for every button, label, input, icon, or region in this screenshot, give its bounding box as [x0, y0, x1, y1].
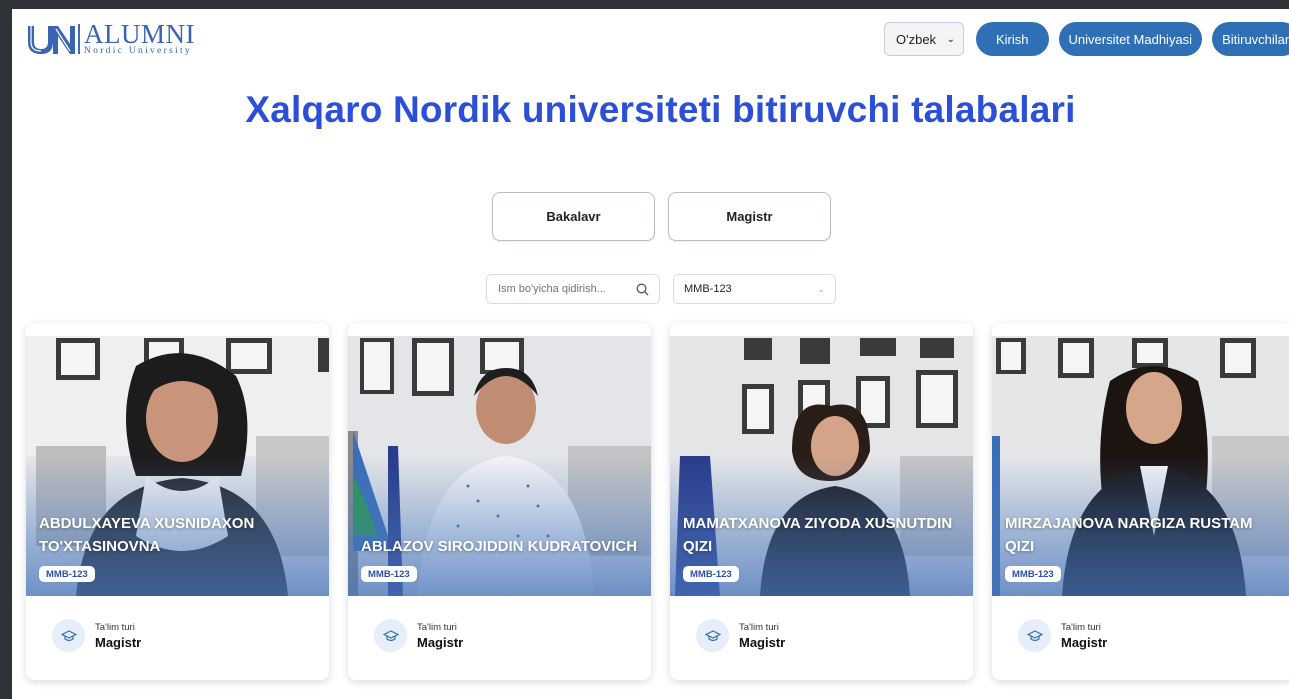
search-icon	[636, 283, 649, 295]
graduation-cap-icon	[696, 619, 729, 652]
education-info: Ta'lim turi Magistr	[52, 619, 141, 652]
group-badge: MMB-123	[39, 566, 95, 582]
alumni-name: MIRZAJANOVA NARGIZA RUSTAM QIZI	[1005, 515, 1253, 555]
alumni-card[interactable]: ABDULXAYEVA XUSNIDAXON TO'XTASINOVNA MMB…	[26, 323, 329, 680]
alumni-card[interactable]: MIRZAJANOVA NARGIZA RUSTAM QIZI MMB-123 …	[992, 323, 1289, 680]
education-info: Ta'lim turi Magistr	[696, 619, 785, 652]
group-badge: MMB-123	[361, 566, 417, 582]
info-value: Magistr	[739, 634, 786, 650]
info-label: Ta'lim turi	[95, 621, 135, 633]
alumni-photo: MAMATXANOVA ZIYODA XUSNUTDIN QIZI MMB-12…	[670, 336, 973, 596]
education-info: Ta'lim turi Magistr	[374, 619, 463, 652]
alumni-photo: ABDULXAYEVA XUSNIDAXON TO'XTASINOVNA MMB…	[26, 336, 329, 596]
graduates-button[interactable]: Bitiruvchilar	[1212, 22, 1289, 56]
info-label: Ta'lim turi	[417, 621, 457, 633]
alumni-photo: MIRZAJANOVA NARGIZA RUSTAM QIZI MMB-123	[992, 336, 1289, 596]
group-badge: MMB-123	[1005, 566, 1061, 582]
filters: Ism bo'yicha qidirish... MMB-123 ⌄	[486, 274, 836, 304]
logo-text: ALUMNI Nordic University	[84, 21, 195, 57]
education-info: Ta'lim turi Magistr	[1018, 619, 1107, 652]
info-label: Ta'lim turi	[1061, 621, 1101, 633]
tab-magistr[interactable]: Magistr	[668, 192, 831, 241]
alumni-name: ABLAZOV SIROJIDDIN KUDRATOVICH	[361, 538, 638, 555]
search-placeholder: Ism bo'yicha qidirish...	[498, 283, 606, 295]
chevron-down-icon: ⌄	[946, 33, 955, 45]
page-title: Xalqaro Nordik universiteti bitiruvchi t…	[245, 89, 1076, 129]
alumni-name: ABDULXAYEVA XUSNIDAXON TO'XTASINOVNA	[39, 515, 255, 555]
brand-logo[interactable]: ALUMNI Nordic University	[26, 21, 195, 57]
logo-main-text: ALUMNI	[84, 19, 195, 50]
alumni-card[interactable]: ABLAZOV SIROJIDDIN KUDRATOVICH MMB-123 T…	[348, 323, 651, 680]
un-logo-icon	[28, 26, 75, 54]
graduation-cap-icon	[374, 619, 407, 652]
info-value: Magistr	[417, 634, 464, 650]
alumni-card[interactable]: MAMATXANOVA ZIYODA XUSNUTDIN QIZI MMB-12…	[670, 323, 973, 680]
alumni-name: MAMATXANOVA ZIYODA XUSNUTDIN QIZI	[683, 515, 953, 555]
info-label: Ta'lim turi	[739, 621, 779, 633]
group-select[interactable]: MMB-123 ⌄	[673, 274, 836, 304]
chevron-down-icon: ⌄	[817, 283, 825, 294]
language-select[interactable]: O'zbek ⌄	[884, 22, 964, 56]
graduation-cap-icon	[1018, 619, 1051, 652]
alumni-photo: ABLAZOV SIROJIDDIN KUDRATOVICH MMB-123	[348, 336, 651, 596]
tab-bakalavr[interactable]: Bakalavr	[492, 192, 655, 241]
page: ALUMNI Nordic University O'zbek ⌄ Kirish…	[12, 9, 1289, 699]
group-badge: MMB-123	[683, 566, 739, 582]
login-button[interactable]: Kirish	[976, 22, 1049, 56]
group-selected: MMB-123	[684, 283, 732, 295]
top-nav: O'zbek ⌄ Kirish Universitet Madhiyasi Bi…	[884, 22, 1289, 56]
language-selected: O'zbek	[896, 31, 937, 47]
graduation-cap-icon	[52, 619, 85, 652]
search-input[interactable]: Ism bo'yicha qidirish...	[486, 274, 660, 304]
degree-tabs: Bakalavr Magistr	[492, 192, 831, 241]
alumni-cards: ABDULXAYEVA XUSNIDAXON TO'XTASINOVNA MMB…	[26, 323, 1289, 680]
logo-divider	[78, 24, 80, 54]
logo-sub-text: Nordic University	[84, 46, 192, 57]
anthem-button[interactable]: Universitet Madhiyasi	[1058, 22, 1203, 56]
info-value: Magistr	[1061, 634, 1108, 650]
info-value: Magistr	[95, 634, 142, 650]
